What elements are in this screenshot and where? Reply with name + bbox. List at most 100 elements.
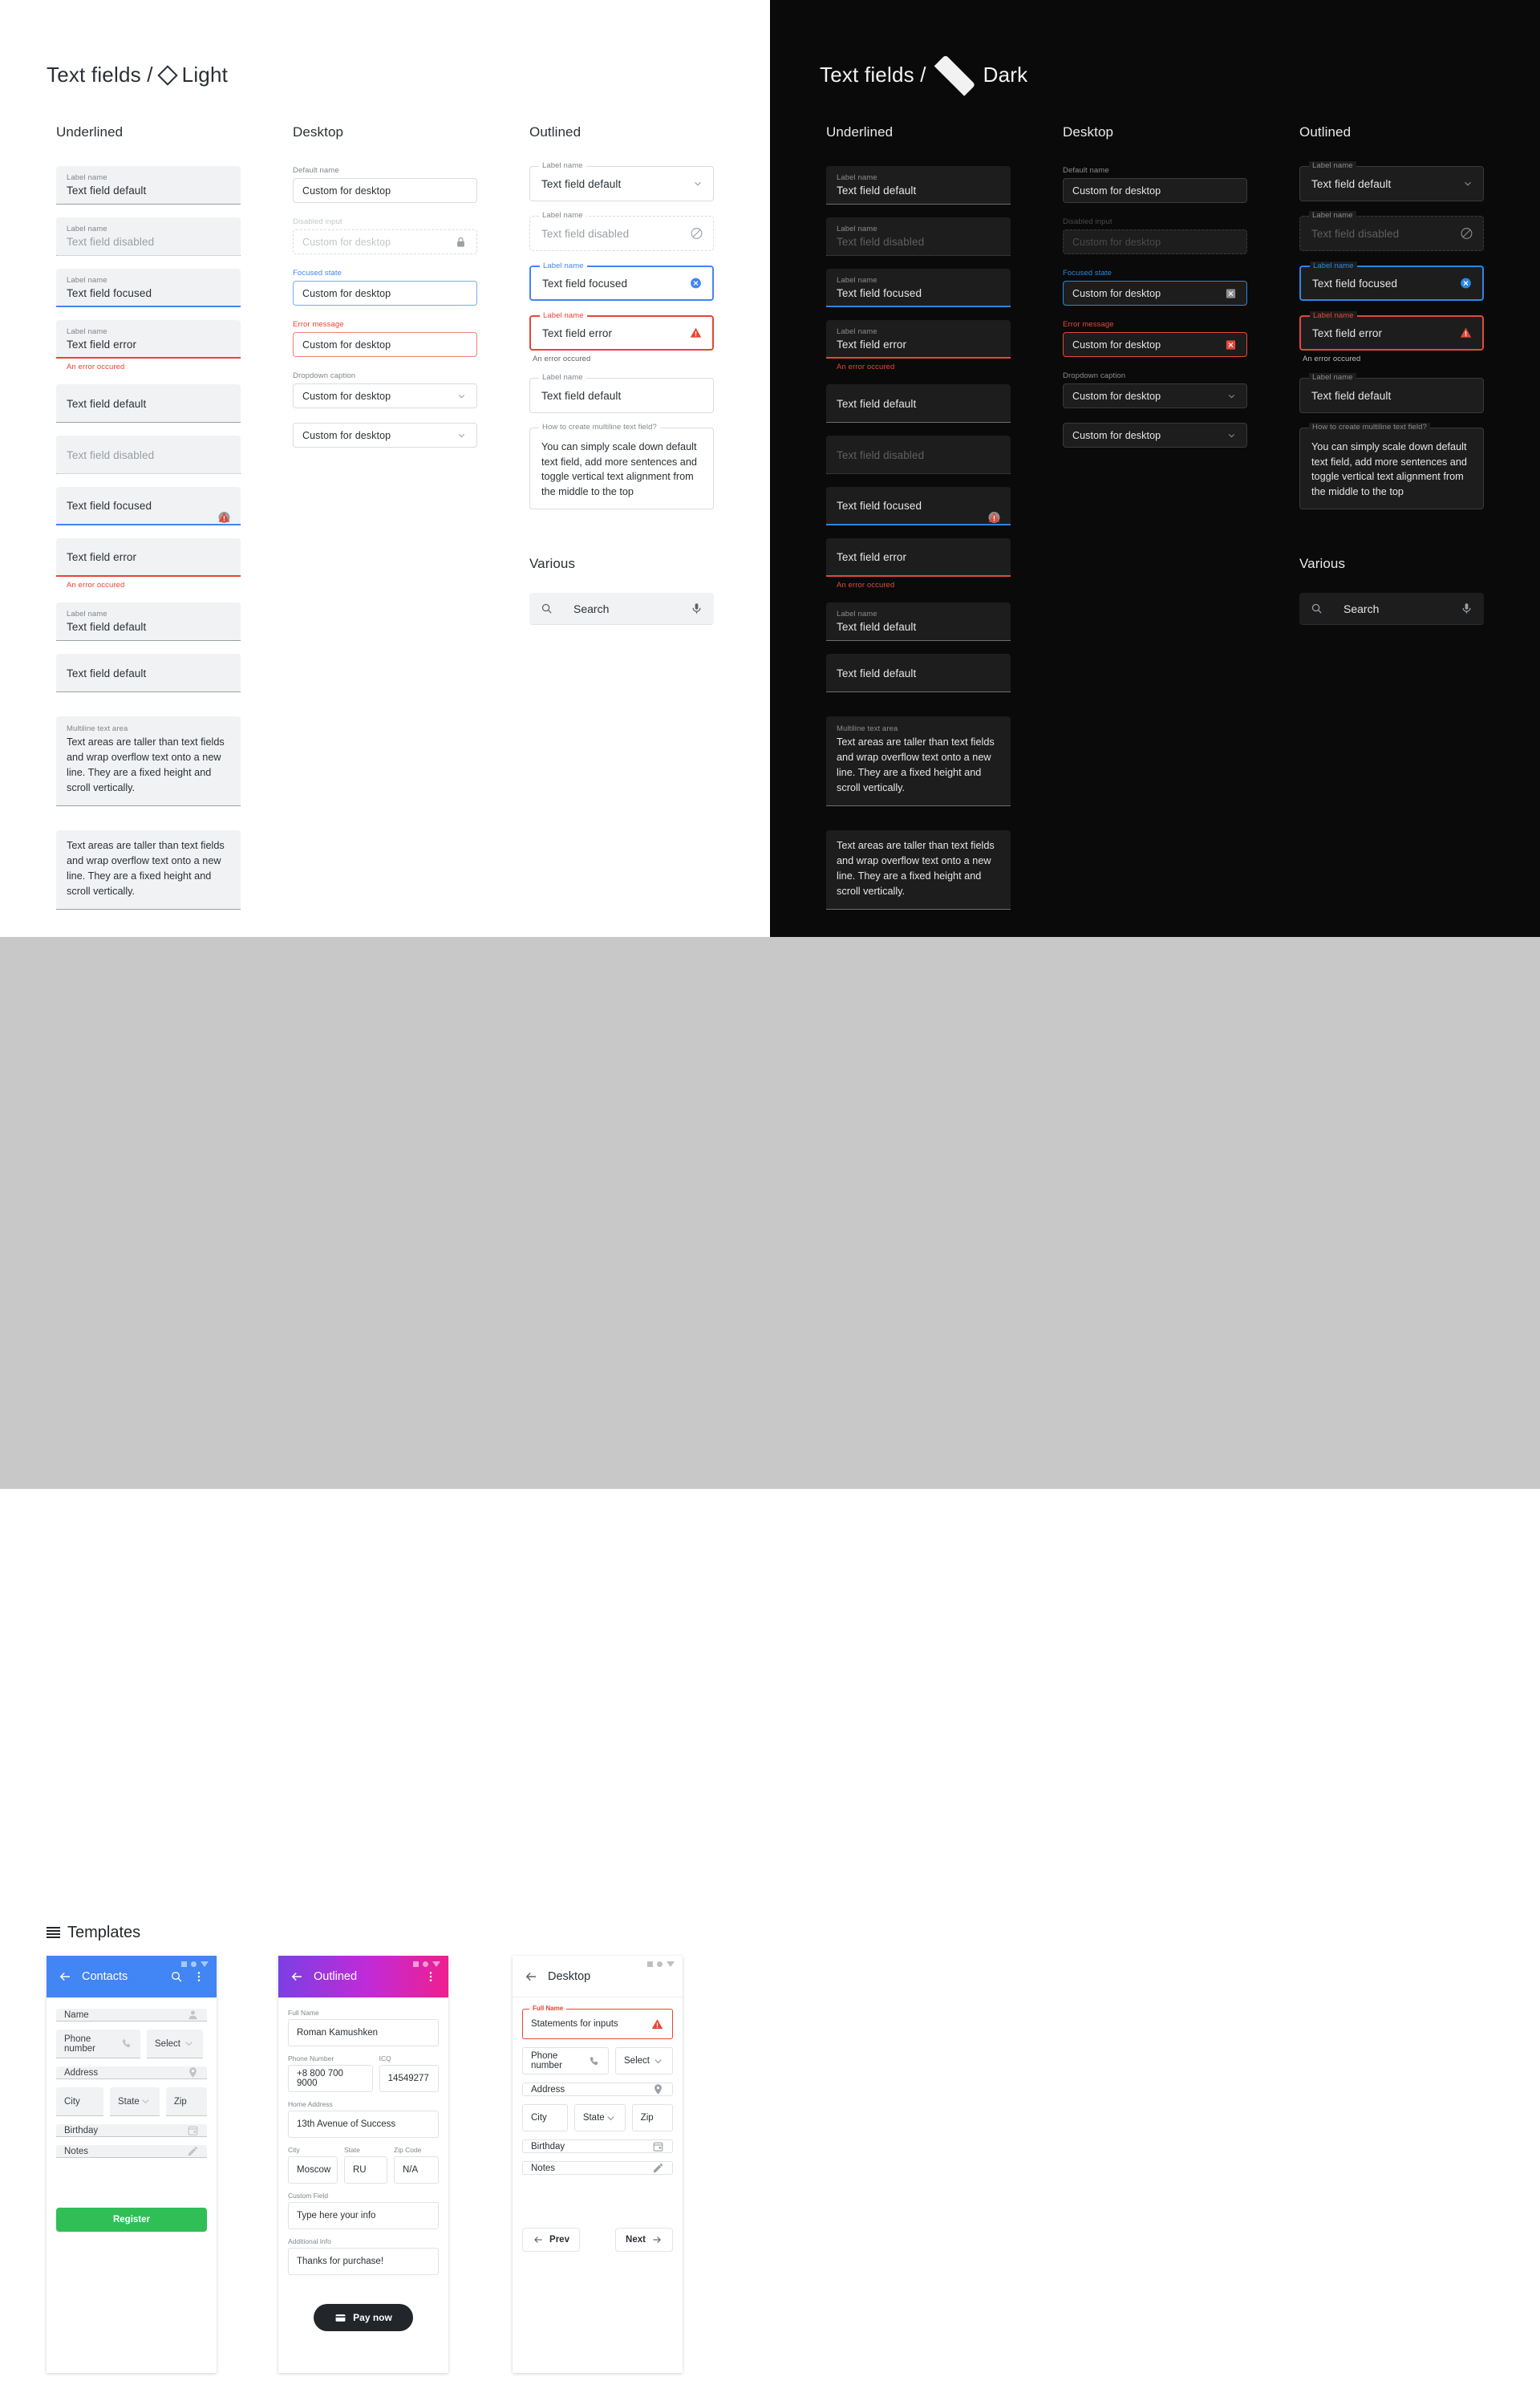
- field-box[interactable]: Label name Text field disabled: [826, 217, 1011, 523]
- window-controls[interactable]: [647, 1961, 675, 1967]
- underlined-field[interactable]: Label name Text field focused: [56, 269, 241, 522]
- textarea-box[interactable]: Multiline text area Text areas are talle…: [56, 716, 241, 806]
- outlined-template-field[interactable]: Additional Info Thanks for purchase!: [288, 2237, 439, 2275]
- chevron-down-icon[interactable]: [1226, 391, 1237, 401]
- next-button[interactable]: Next: [615, 2228, 673, 2252]
- underlined-field[interactable]: Label name Text field disabled: [56, 217, 241, 523]
- outlined-template-input[interactable]: Moscow: [288, 2156, 338, 2184]
- textarea-box[interactable]: Multiline text area Text areas are talle…: [826, 716, 1011, 806]
- outlined-box[interactable]: Label name Text field error: [1299, 311, 1484, 351]
- desktop-field-input[interactable]: Custom for desktop: [1063, 281, 1247, 306]
- prev-button[interactable]: Prev: [522, 2228, 580, 2252]
- maximize-dot[interactable]: [423, 1961, 428, 1967]
- outlined-template-input[interactable]: 14549277: [379, 2065, 439, 2092]
- underlined-field[interactable]: Text field error An error occured: [56, 512, 241, 590]
- outlined-box[interactable]: Label name Text field error: [529, 311, 714, 351]
- arrow-left-icon[interactable]: [524, 1969, 538, 1984]
- field-box[interactable]: Text field error: [56, 512, 241, 577]
- desktop-template-field[interactable]: Phone number: [522, 2047, 609, 2074]
- underlined-field[interactable]: Label name Text field default: [56, 602, 241, 641]
- desktop-highlight-field[interactable]: Full Name Statements for inputs: [522, 2005, 673, 2039]
- search-icon[interactable]: [170, 1970, 183, 1983]
- outlined-field[interactable]: Label name Text field focused: [1299, 262, 1484, 301]
- register-button[interactable]: Register: [56, 2208, 207, 2232]
- maximize-dot[interactable]: [657, 1961, 663, 1967]
- underlined-field[interactable]: Label name Text field error An error occ…: [826, 320, 1011, 522]
- close-triangle[interactable]: [432, 1961, 440, 1967]
- contact-field[interactable]: Name: [56, 2009, 207, 2022]
- underlined-textarea[interactable]: Multiline text area Text areas are talle…: [826, 716, 1011, 806]
- outlined-field[interactable]: Label name Text field error An error occ…: [529, 311, 714, 363]
- outlined-field[interactable]: Label name Text field default: [529, 373, 714, 413]
- field-box[interactable]: Text field default: [56, 654, 241, 692]
- more-vertical-icon[interactable]: [424, 1970, 437, 1983]
- outlined-field[interactable]: Label name Text field error An error occ…: [1299, 311, 1484, 363]
- chevron-down-icon[interactable]: [652, 2055, 664, 2067]
- clear-circle-icon[interactable]: [1459, 277, 1473, 290]
- contact-field[interactable]: Birthday: [56, 2124, 207, 2137]
- microphone-icon[interactable]: [1461, 602, 1473, 614]
- desktop-field[interactable]: Disabled input Custom for desktop: [1063, 217, 1247, 254]
- pay-now-button[interactable]: Pay now: [314, 2304, 413, 2331]
- textarea-box[interactable]: Text areas are taller than text fields a…: [826, 830, 1011, 910]
- desktop-template-field[interactable]: State: [573, 2104, 626, 2131]
- underlined-field[interactable]: Text field focused: [56, 487, 241, 525]
- field-box[interactable]: Text field default: [826, 654, 1011, 692]
- desktop-field[interactable]: Focused state Custom for desktop: [293, 269, 477, 306]
- field-box[interactable]: Label name Text field default: [826, 602, 1011, 641]
- desktop-field-input[interactable]: Custom for desktop: [293, 229, 477, 254]
- field-box[interactable]: Label name Text field focused: [56, 269, 241, 522]
- field-box[interactable]: Text field default: [56, 384, 241, 522]
- clear-circle-icon[interactable]: [689, 277, 703, 290]
- outlined-template-field[interactable]: ICQ 14549277: [379, 2054, 439, 2092]
- outlined-template-input[interactable]: 13th Avenue of Success: [288, 2111, 439, 2138]
- outlined-field[interactable]: Label name Text field focused: [529, 262, 714, 301]
- desktop-field-input[interactable]: Custom for desktop: [1063, 423, 1247, 448]
- field-box[interactable]: Text field default: [826, 384, 1011, 522]
- contact-field[interactable]: Address: [56, 2066, 207, 2079]
- desktop-field-input[interactable]: Custom for desktop: [1063, 178, 1247, 203]
- warning-triangle-icon[interactable]: [987, 510, 1001, 524]
- clear-square-icon[interactable]: [1225, 339, 1237, 351]
- chevron-down-icon[interactable]: [1462, 178, 1473, 189]
- desktop-field[interactable]: Error message Custom for desktop: [1063, 320, 1247, 357]
- outlined-box[interactable]: Label name Text field focused: [1299, 262, 1484, 301]
- desktop-template-field[interactable]: Zip: [631, 2104, 673, 2131]
- underlined-field[interactable]: Label name Text field error An error occ…: [56, 320, 241, 522]
- underlined-textarea[interactable]: Multiline text area Text areas are talle…: [56, 716, 241, 806]
- phone-icon[interactable]: [588, 2055, 600, 2067]
- field-box[interactable]: Label name Text field focused: [826, 269, 1011, 522]
- outlined-box[interactable]: Label name Text field disabled: [1299, 211, 1484, 251]
- desktop-field-input[interactable]: Custom for desktop: [293, 281, 477, 306]
- desktop-field[interactable]: Default name Custom for desktop: [293, 166, 477, 203]
- calendar-icon[interactable]: [187, 2124, 199, 2136]
- contact-field[interactable]: Phone number: [56, 2030, 140, 2058]
- desktop-template-field[interactable]: Birthday: [522, 2139, 673, 2153]
- outlined-box[interactable]: Label name Text field focused: [529, 262, 714, 301]
- field-box[interactable]: Text field error: [826, 512, 1011, 577]
- chevron-down-icon[interactable]: [456, 391, 467, 401]
- outlined-template-input[interactable]: RU: [344, 2156, 387, 2184]
- outlined-box[interactable]: Label name Text field default: [529, 373, 714, 413]
- outlined-template-input[interactable]: Type here your info: [288, 2202, 439, 2229]
- outlined-field[interactable]: Label name Text field default: [1299, 373, 1484, 413]
- contact-field[interactable]: City: [56, 2087, 103, 2116]
- underlined-field[interactable]: Text field disabled: [56, 436, 241, 523]
- desktop-template-field[interactable]: City: [522, 2104, 568, 2131]
- maximize-dot[interactable]: [191, 1961, 197, 1967]
- field-box[interactable]: Label name Text field default: [56, 166, 241, 522]
- outlined-template-input[interactable]: Thanks for purchase!: [288, 2248, 439, 2275]
- outlined-multiline-field[interactable]: How to create multiline text field? You …: [1299, 423, 1484, 509]
- lock-icon[interactable]: [455, 236, 467, 248]
- arrow-left-icon[interactable]: [290, 1969, 304, 1984]
- underlined-field[interactable]: Label name Text field default: [826, 602, 1011, 641]
- underlined-field[interactable]: Text field focused: [826, 487, 1011, 525]
- outlined-multiline-box[interactable]: How to create multiline text field? You …: [1299, 423, 1484, 509]
- field-box[interactable]: Label name Text field default: [56, 602, 241, 641]
- clear-square-icon[interactable]: [1225, 287, 1237, 299]
- warning-triangle-icon[interactable]: [217, 510, 231, 524]
- search-field-dark[interactable]: Search: [1299, 593, 1484, 625]
- outlined-template-field[interactable]: State RU: [344, 2146, 387, 2184]
- underlined-field[interactable]: Text field default: [56, 384, 241, 522]
- desktop-field[interactable]: Default name Custom for desktop: [1063, 166, 1247, 203]
